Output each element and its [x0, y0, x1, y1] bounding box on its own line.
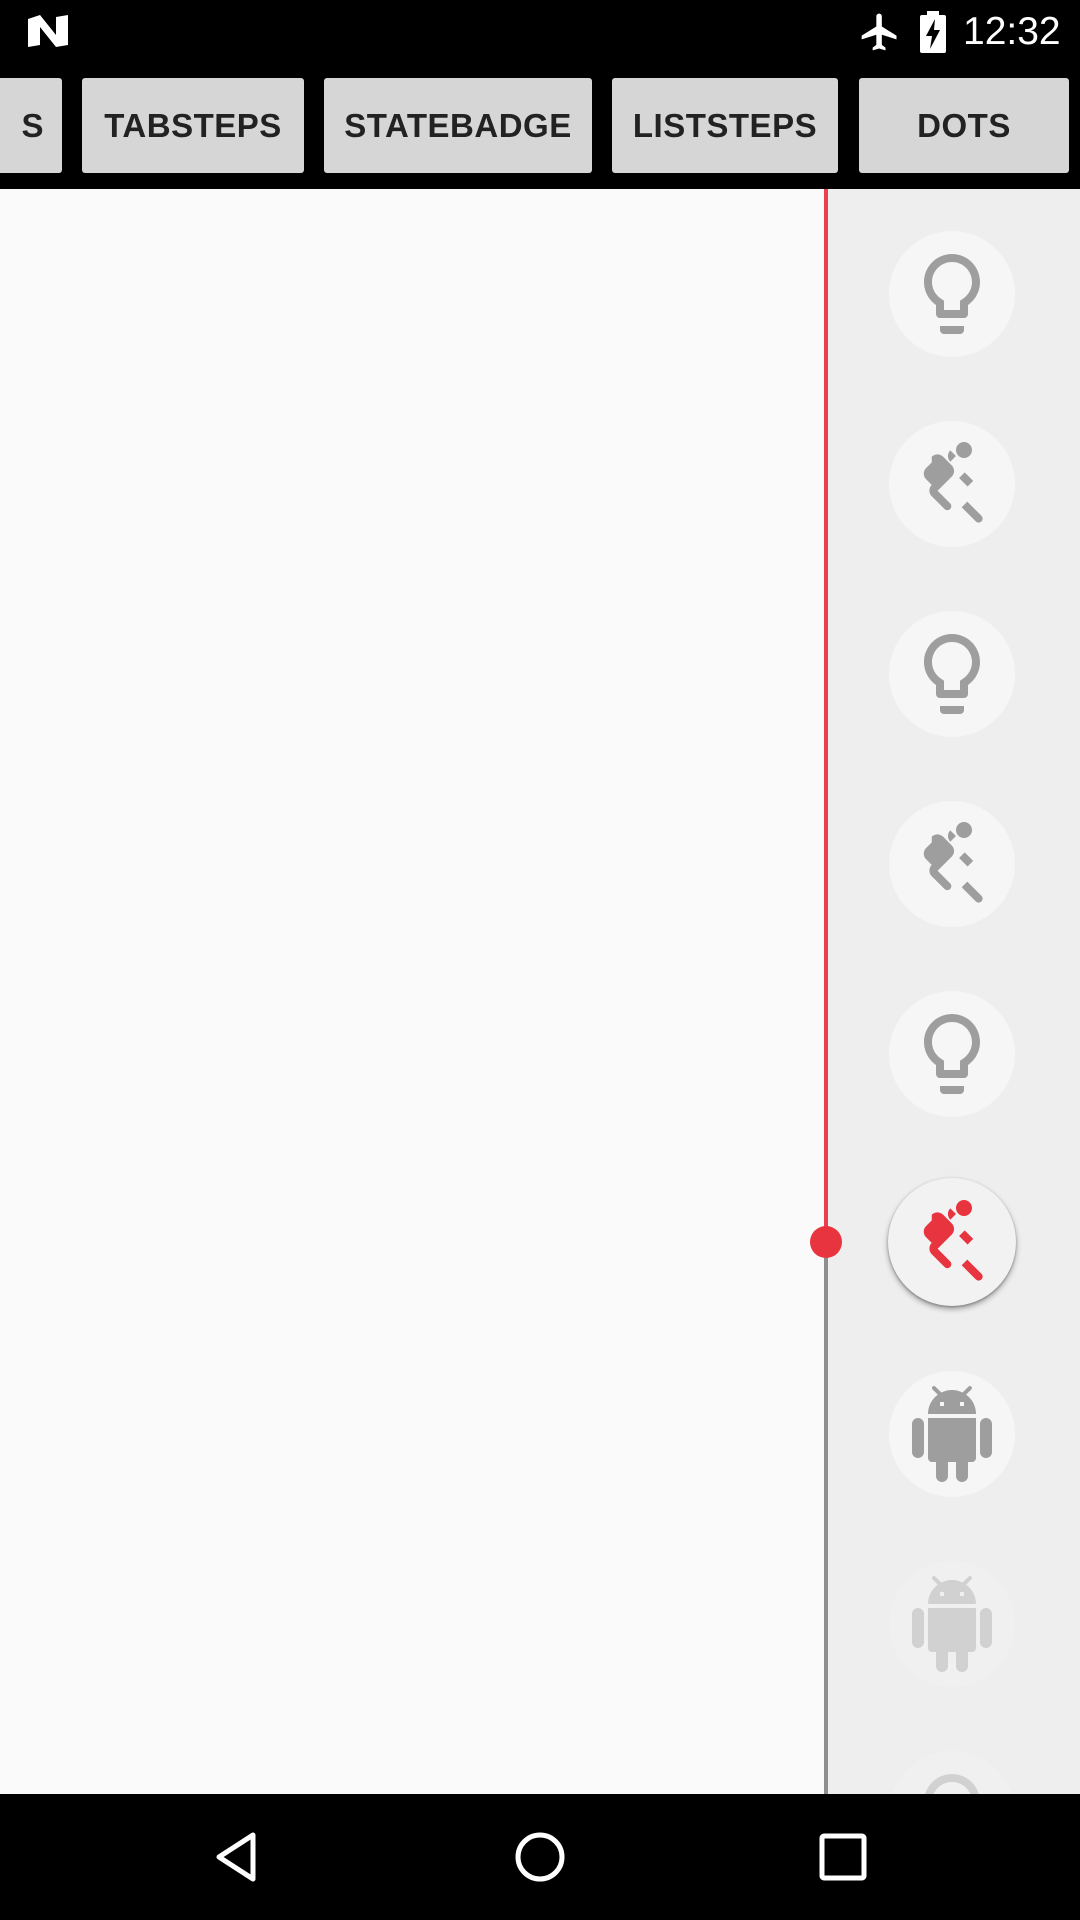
- android-icon: [912, 1576, 992, 1672]
- step-item[interactable]: [889, 1371, 1015, 1497]
- back-icon[interactable]: [207, 1827, 267, 1887]
- android-icon: [912, 1386, 992, 1482]
- status-clock: 12:32: [963, 10, 1061, 53]
- step-item-active[interactable]: [888, 1178, 1016, 1306]
- step-item[interactable]: [889, 991, 1015, 1117]
- step-item[interactable]: [889, 231, 1015, 357]
- timeline-progress-line: [824, 189, 828, 1242]
- step-item[interactable]: [889, 421, 1015, 547]
- home-icon[interactable]: [510, 1827, 570, 1887]
- lightbulb-icon: [924, 1014, 980, 1094]
- seat-belt-icon: [923, 442, 983, 523]
- timeline-remaining-line: [824, 1242, 828, 1794]
- step-item[interactable]: [889, 801, 1015, 927]
- android-n-icon: [28, 15, 68, 47]
- timeline-current-dot: [810, 1226, 842, 1258]
- tab-button-dots[interactable]: DOTS: [859, 78, 1069, 173]
- battery-charging-icon: [920, 11, 946, 53]
- lightbulb-icon: [924, 634, 980, 714]
- airplane-mode-icon: [861, 13, 897, 51]
- seat-belt-icon: [923, 1200, 983, 1281]
- tab-strip: S TABSTEPS STATEBADGE LISTSTEPS DOTS: [0, 63, 1080, 189]
- navigation-bar: [0, 1794, 1080, 1920]
- step-item[interactable]: [889, 611, 1015, 737]
- tab-button-statebadge[interactable]: STATEBADGE: [324, 78, 592, 173]
- status-bar: 12:32: [0, 0, 1080, 63]
- tab-button-partial[interactable]: S: [0, 78, 62, 173]
- tab-button-tabsteps[interactable]: TABSTEPS: [82, 78, 304, 173]
- recents-icon[interactable]: [813, 1827, 873, 1887]
- content-area: [0, 189, 825, 1794]
- seat-belt-icon: [923, 822, 983, 903]
- step-item[interactable]: [889, 1561, 1015, 1687]
- tab-button-liststeps[interactable]: LISTSTEPS: [612, 78, 838, 173]
- lightbulb-icon: [924, 254, 980, 334]
